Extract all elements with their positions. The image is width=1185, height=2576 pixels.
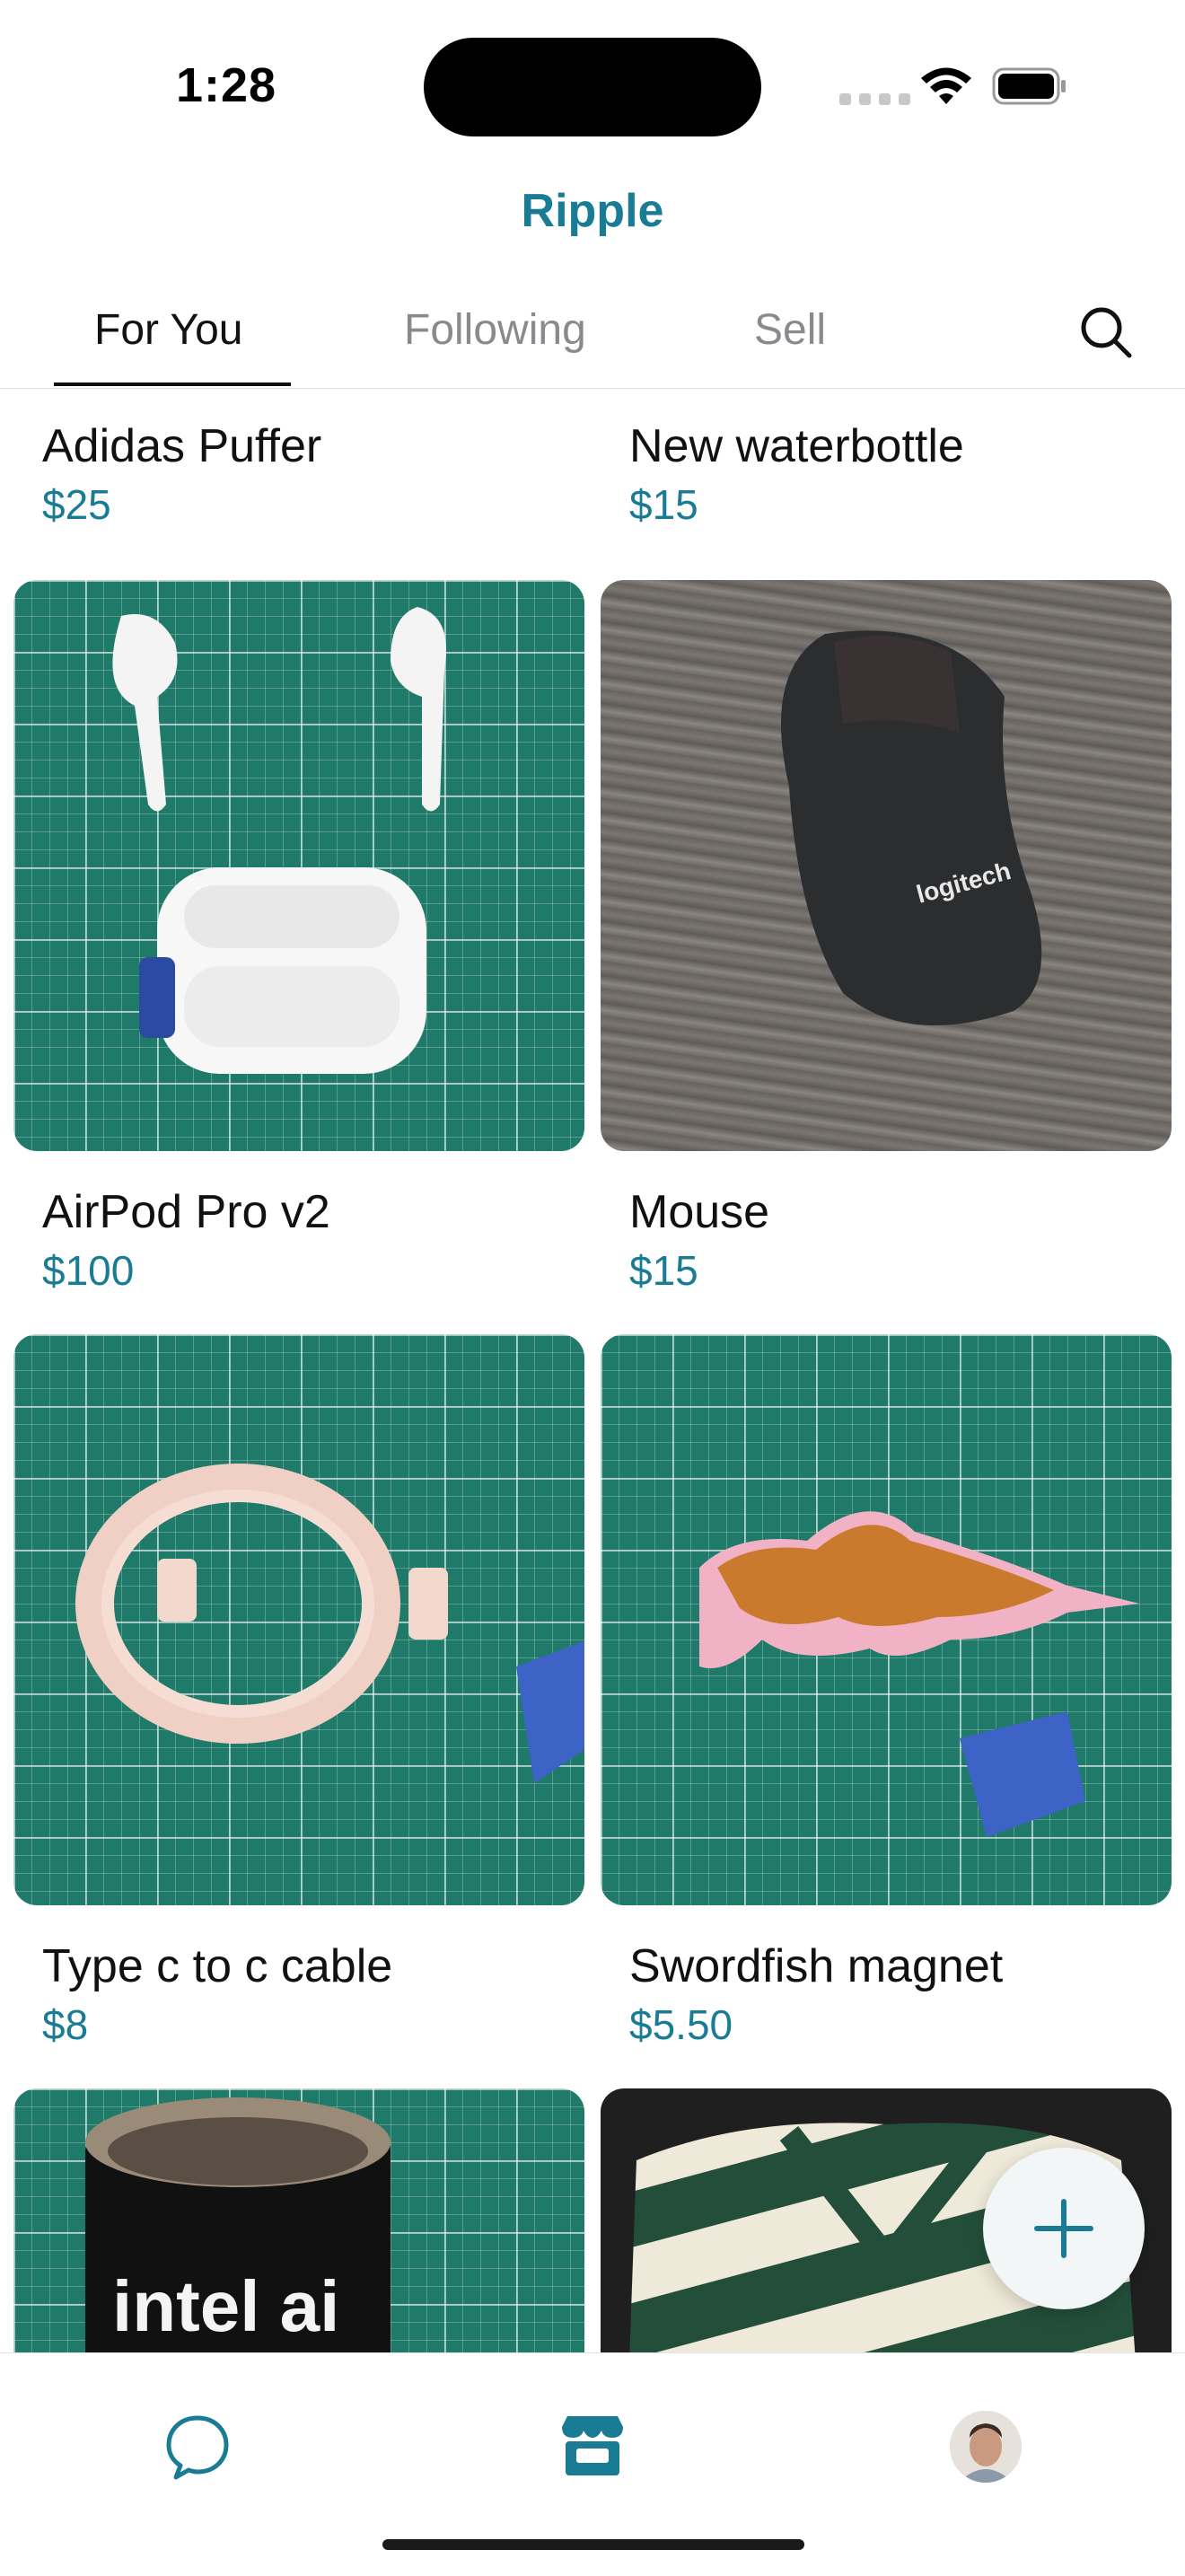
- airpods-image: [112, 607, 446, 1074]
- feed-tabs: For You Following Sell: [0, 278, 1185, 390]
- svg-text:intel ai: intel ai: [112, 2266, 339, 2346]
- chat-bubble-icon[interactable]: [162, 2411, 233, 2483]
- listing-photo: [601, 1334, 1172, 1905]
- dynamic-island: [424, 38, 761, 136]
- profile-photo: [950, 2411, 1022, 2483]
- listing-card[interactable]: AirPod Pro v2 $100: [13, 580, 584, 1295]
- listing-grid: Adidas Puffer $25 New waterbottle $15 Ai…: [0, 389, 1185, 2352]
- listing-price: $25: [42, 481, 111, 528]
- plus-icon: [1034, 2199, 1093, 2258]
- swordfish-magnet-image: [699, 1511, 1139, 1837]
- listing-price: $15: [629, 1247, 698, 1294]
- tab-for-you[interactable]: For You: [94, 305, 242, 355]
- app-title: Ripple: [521, 185, 664, 237]
- listing-card[interactable]: logitech Mouse $15: [601, 580, 1172, 1295]
- listing-card[interactable]: Swordfish magnet $5.50: [601, 1334, 1172, 2049]
- profile-avatar[interactable]: [950, 2411, 1022, 2483]
- listing-name: AirPod Pro v2: [42, 1186, 330, 1238]
- listing-photo: logitech: [601, 580, 1172, 1151]
- cellular-signal-icon: [839, 93, 911, 106]
- listing-card[interactable]: intel ai: [13, 2088, 584, 2352]
- usb-c-cable-image: [75, 1464, 584, 1783]
- listing-photo: intel ai: [13, 2088, 584, 2352]
- add-listing-button[interactable]: [983, 2148, 1145, 2309]
- tab-sell[interactable]: Sell: [754, 305, 826, 355]
- search-icon[interactable]: [1077, 303, 1135, 361]
- home-indicator: [382, 2539, 804, 2550]
- listing-name: Mouse: [629, 1186, 770, 1238]
- listing-price: $5.50: [629, 2001, 733, 2048]
- listing-card[interactable]: New waterbottle $15: [601, 389, 1172, 529]
- battery-icon: [992, 67, 1066, 105]
- listing-name: Type c to c cable: [42, 1940, 393, 1992]
- listing-name: Swordfish magnet: [629, 1940, 1004, 1992]
- listing-price: $8: [42, 2001, 89, 2048]
- listing-name: Adidas Puffer: [42, 420, 322, 472]
- storefront-icon[interactable]: [557, 2411, 628, 2483]
- tab-following[interactable]: Following: [404, 305, 586, 355]
- listing-card[interactable]: Type c to c cable $8: [13, 1334, 584, 2049]
- listing-name: New waterbottle: [629, 420, 964, 472]
- mouse-image: logitech: [781, 630, 1042, 1025]
- status-time: 1:28: [176, 58, 277, 112]
- wifi-icon: [921, 67, 971, 104]
- listing-price: $100: [42, 1247, 135, 1294]
- intel-mug-image: intel ai: [85, 2097, 391, 2352]
- listing-photo: [13, 580, 584, 1151]
- listing-card[interactable]: Adidas Puffer $25: [13, 389, 584, 529]
- listing-photo: [13, 1334, 584, 1905]
- listing-price: $15: [629, 481, 698, 528]
- active-tab-indicator: [54, 382, 291, 386]
- status-bar: 1:28: [0, 0, 1185, 153]
